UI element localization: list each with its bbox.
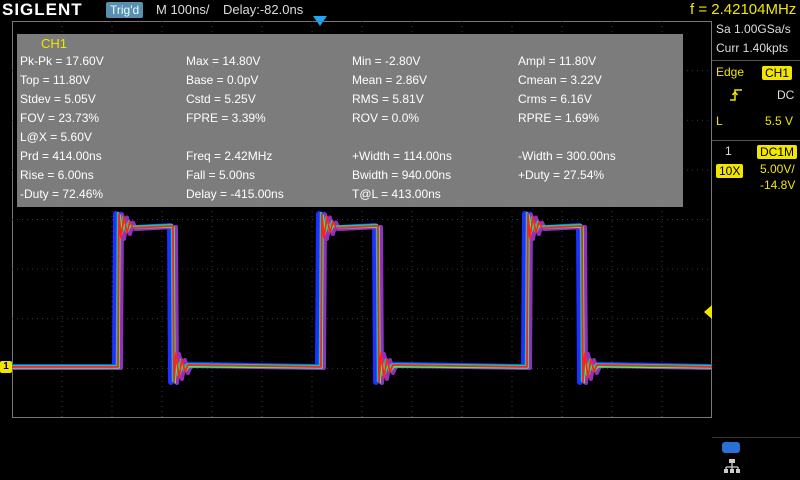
- divider: [712, 140, 800, 141]
- ch1-ground-marker[interactable]: 1: [0, 361, 12, 373]
- measurement-value: FPRE = 3.39%: [186, 111, 266, 125]
- channel-number[interactable]: 1: [725, 144, 732, 158]
- measurement-value: T@L = 413.00ns: [352, 187, 441, 201]
- measurement-value: +Duty = 27.54%: [518, 168, 605, 182]
- measurement-value: Ampl = 11.80V: [518, 54, 597, 68]
- trigger-status-badge: Trig'd: [106, 2, 144, 18]
- measurement-value: Base = 0.0pV: [186, 73, 259, 87]
- memory-depth: Curr 1.40kpts: [716, 41, 789, 55]
- trigger-coupling[interactable]: DC: [777, 88, 794, 102]
- channel-coupling-label: DC1M: [757, 145, 798, 159]
- measurement-value: Max = 14.80V: [186, 54, 261, 68]
- trigger-level-marker[interactable]: [704, 305, 712, 319]
- trigger-level-value[interactable]: 5.5 V: [765, 114, 793, 128]
- sample-rate: Sa 1.00GSa/s: [716, 22, 791, 36]
- measurement-value: Cmean = 3.22V: [518, 73, 602, 87]
- measurement-value: Stdev = 5.05V: [20, 92, 96, 106]
- divider: [712, 60, 800, 61]
- channel-scale[interactable]: 5.00V/: [760, 162, 795, 176]
- lan-icon: [724, 459, 740, 473]
- ch1-waveform: [12, 211, 712, 385]
- measurement-value: Mean = 2.86V: [352, 73, 428, 87]
- probe-ratio-label: 10X: [716, 164, 744, 178]
- measurement-value: +Width = 114.00ns: [352, 149, 452, 163]
- measurement-value: -Width = 300.00ns: [518, 149, 616, 163]
- measurement-value: Delay = -415.00ns: [186, 187, 284, 201]
- measurement-value: Top = 11.80V: [20, 73, 91, 87]
- trigger-source-label: CH1: [762, 66, 793, 80]
- brand-logo: SIGLENT: [2, 0, 83, 19]
- channel-offset[interactable]: -14.8V: [760, 178, 795, 192]
- measurement-value: Prd = 414.00ns: [20, 149, 102, 163]
- frequency-counter: f = 2.42104MHz: [690, 1, 797, 18]
- measurement-value: Min = -2.80V: [352, 54, 421, 68]
- measurement-value: Freq = 2.42MHz: [186, 149, 273, 163]
- delay-readout[interactable]: Delay:-82.0ns: [223, 2, 303, 17]
- measurement-value: Pk-Pk = 17.60V: [20, 54, 104, 68]
- measurement-value: Bwidth = 940.00ns: [352, 168, 452, 182]
- measurement-value: Fall = 5.00ns: [186, 168, 256, 182]
- measurement-value: RMS = 5.81V: [352, 92, 424, 106]
- waveform-trace: [12, 211, 712, 383]
- usb-icon: [722, 442, 740, 453]
- trigger-source[interactable]: CH1: [762, 64, 793, 82]
- divider: [712, 437, 800, 438]
- measurement-value: Cstd = 5.25V: [186, 92, 256, 106]
- measurement-value: RPRE = 1.69%: [518, 111, 600, 125]
- measurement-value: -Duty = 72.46%: [20, 187, 104, 201]
- measurement-value: Crms = 6.16V: [518, 92, 592, 106]
- trigger-type[interactable]: Edge: [716, 65, 744, 79]
- measurement-value: ROV = 0.0%: [352, 111, 420, 125]
- measurement-value: Rise = 6.00ns: [20, 168, 94, 182]
- measurement-value: FOV = 23.73%: [20, 111, 100, 125]
- timebase-readout[interactable]: M 100ns/: [156, 2, 209, 17]
- measurement-channel-label: CH1: [41, 36, 68, 51]
- rising-edge-icon: [730, 89, 742, 101]
- measurement-value: L@X = 5.60V: [20, 130, 92, 144]
- channel-coupling[interactable]: DC1M: [757, 143, 798, 161]
- probe-ratio[interactable]: 10X: [716, 162, 744, 180]
- measurement-panel: CH1 Pk-Pk = 17.60V Max = 14.80V Min = -2.8…: [17, 34, 683, 207]
- trigger-level-label: L: [716, 114, 723, 128]
